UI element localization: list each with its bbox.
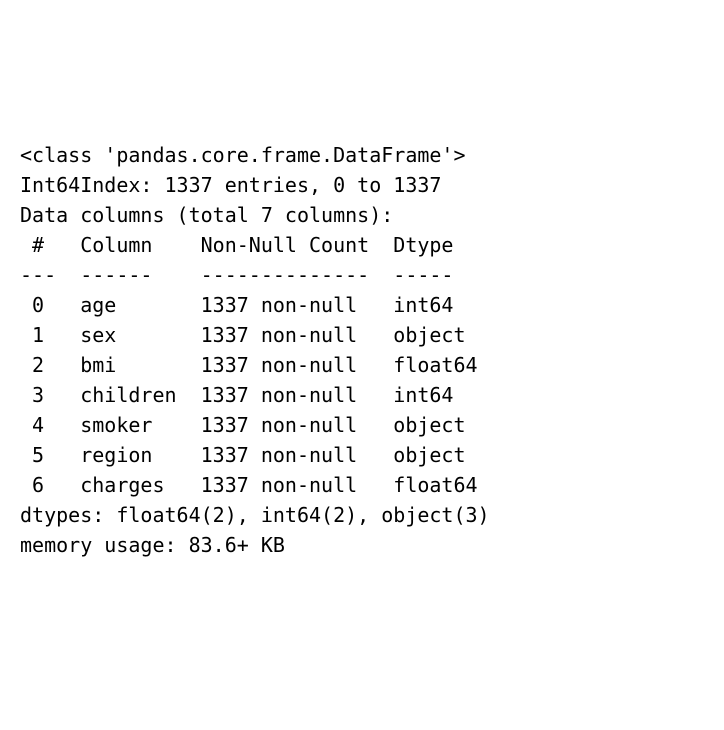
columns-header-line: Data columns (total 7 columns): bbox=[20, 203, 393, 227]
memory-usage-line: memory usage: 83.6+ KB bbox=[20, 533, 285, 557]
table-row: 2 bmi 1337 non-null float64 bbox=[20, 353, 478, 377]
column-header-row: # Column Non-Null Count Dtype bbox=[20, 233, 478, 257]
class-line: <class 'pandas.core.frame.DataFrame'> bbox=[20, 143, 466, 167]
index-line: Int64Index: 1337 entries, 0 to 1337 bbox=[20, 173, 441, 197]
table-row: 3 children 1337 non-null int64 bbox=[20, 383, 478, 407]
table-row: 1 sex 1337 non-null object bbox=[20, 323, 478, 347]
table-row: 4 smoker 1337 non-null object bbox=[20, 413, 478, 437]
table-row: 6 charges 1337 non-null float64 bbox=[20, 473, 478, 497]
table-row: 0 age 1337 non-null int64 bbox=[20, 293, 478, 317]
dataframe-info-output: <class 'pandas.core.frame.DataFrame'> In… bbox=[20, 140, 704, 560]
dtypes-summary-line: dtypes: float64(2), int64(2), object(3) bbox=[20, 503, 490, 527]
table-row: 5 region 1337 non-null object bbox=[20, 443, 478, 467]
divider-row: --- ------ -------------- ----- bbox=[20, 263, 478, 287]
